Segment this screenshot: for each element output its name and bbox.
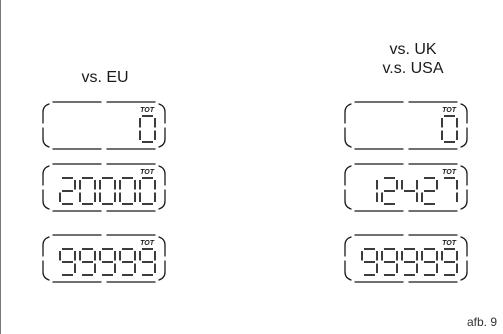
tot-indicator: TOT (442, 240, 457, 247)
lcd-svg: TOT (42, 101, 166, 150)
lcd-frame-stroke (460, 165, 468, 186)
lcd-eu-1: TOT (39, 98, 169, 153)
lcd-digits (441, 115, 458, 143)
lcd-frame-stroke (42, 103, 50, 124)
lcd-frame-stroke (158, 165, 166, 186)
lcd-frame-stroke (42, 260, 50, 281)
heading-uk-usa: vs. UK v.s. USA (358, 40, 468, 78)
lcd-digit (99, 177, 116, 205)
lcd-digit (99, 248, 116, 276)
lcd-frame-stroke (460, 189, 468, 210)
lcd-digit (139, 248, 156, 276)
lcd-frame-stroke (460, 236, 468, 257)
lcd-digit (79, 248, 96, 276)
frame-border (0, 0, 1, 334)
lcd-digit (441, 115, 458, 143)
heading-eu: vs. EU (58, 68, 152, 87)
lcd-frame-stroke (158, 236, 166, 257)
lcd-svg: TOT (344, 234, 468, 283)
lcd-eu-2: TOT (39, 160, 169, 215)
lcd-svg: TOT (42, 163, 166, 212)
lcd-digit (401, 248, 418, 276)
figure-page: vs. EU TOT TOT TOT vs. UK v.s. USA TOT T… (0, 0, 503, 334)
lcd-digits (59, 177, 156, 205)
lcd-frame-stroke (344, 260, 352, 281)
lcd-uk-1: TOT (341, 98, 471, 153)
lcd-frame-stroke (460, 103, 468, 124)
lcd-svg: TOT (344, 101, 468, 150)
lcd-frame-stroke (344, 103, 352, 124)
lcd-svg: TOT (42, 234, 166, 283)
lcd-frame-stroke (460, 127, 468, 148)
lcd-frame-stroke (42, 236, 50, 257)
lcd-digit (139, 177, 156, 205)
heading-eu-line-1: vs. EU (81, 69, 129, 86)
lcd-digit (59, 177, 76, 205)
lcd-uk-2: TOT (341, 160, 471, 215)
lcd-digit (441, 248, 458, 276)
lcd-uk-3: TOT (341, 231, 471, 286)
heading-usa-line: v.s. USA (382, 60, 444, 77)
lcd-digit (401, 180, 418, 202)
tot-indicator: TOT (140, 169, 155, 176)
lcd-digit (119, 177, 136, 205)
lcd-digit (381, 248, 398, 276)
tot-indicator: TOT (140, 107, 155, 114)
lcd-digit (79, 177, 96, 205)
lcd-frame-stroke (158, 103, 166, 124)
lcd-digits (376, 177, 458, 205)
tot-indicator: TOT (442, 169, 457, 176)
lcd-digit (444, 177, 458, 202)
lcd-frame-stroke (344, 127, 352, 148)
tot-indicator: TOT (140, 240, 155, 247)
lcd-digit (59, 248, 76, 276)
lcd-frame-stroke (158, 260, 166, 281)
lcd-frame-stroke (158, 189, 166, 210)
heading-uk-line: vs. UK (389, 41, 437, 58)
lcd-digit (119, 248, 136, 276)
lcd-frame-stroke (460, 260, 468, 281)
lcd-frame-stroke (344, 236, 352, 257)
lcd-digit (381, 177, 398, 205)
lcd-digits (59, 248, 156, 276)
lcd-frame-stroke (344, 165, 352, 186)
lcd-frame-stroke (42, 189, 50, 210)
lcd-digit (361, 248, 378, 276)
lcd-digits (139, 115, 156, 143)
lcd-digit (421, 248, 438, 276)
lcd-digit (421, 177, 438, 205)
figure-label: afb. 9 (466, 315, 497, 329)
lcd-frame-stroke (42, 127, 50, 148)
lcd-frame-stroke (344, 189, 352, 210)
lcd-frame-stroke (158, 127, 166, 148)
lcd-svg: TOT (344, 163, 468, 212)
tot-indicator: TOT (442, 107, 457, 114)
lcd-frame-stroke (42, 165, 50, 186)
lcd-eu-3: TOT (39, 231, 169, 286)
lcd-digits (361, 248, 458, 276)
lcd-digit (139, 115, 156, 143)
